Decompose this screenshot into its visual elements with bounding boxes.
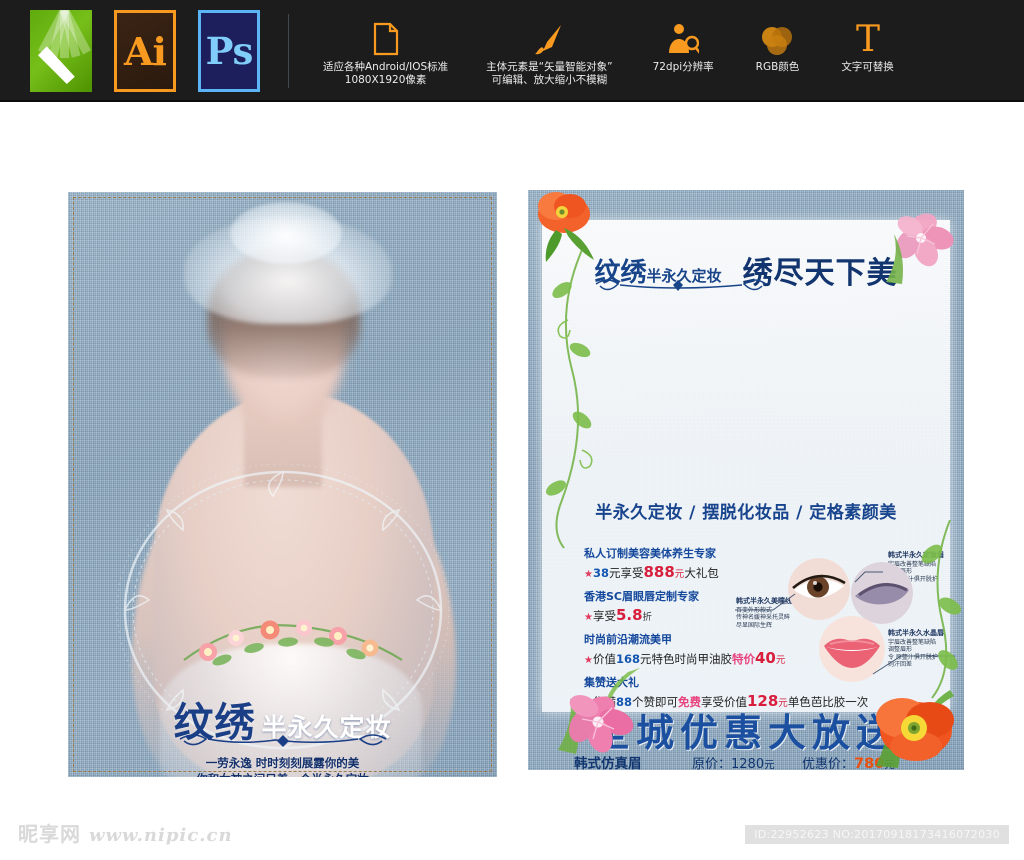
price-original: 原价：1280元 — [692, 757, 775, 770]
spec-feature-size-line2: 1080X1920像素 — [344, 74, 427, 86]
promo-part: 168 — [615, 652, 640, 666]
spec-feature-size: 适应各种Android/IOS标准 1080X1920像素 — [323, 10, 448, 92]
spec-feature-size-line1: 适应各种Android/IOS标准 — [323, 61, 449, 73]
promo-part: 元特色时尚甲油胶 — [639, 652, 732, 666]
spec-feature-vector: 主体元素是“矢量智能对象” 可编辑、放大缩小不模糊 — [486, 10, 613, 92]
color-circles-icon — [759, 10, 795, 56]
poster-right: 纹绣半永久定妆 绣尽天下美 半永久定妆 / 摆脱化妆品 / 定格素颜美 私人订制… — [528, 190, 964, 770]
promo-banner-headline: 全城优惠大放送 — [591, 710, 900, 755]
text-t-icon: T — [851, 10, 885, 56]
person-resolution-icon — [667, 10, 700, 56]
spec-feature-dpi: 72dpi分辨率 — [653, 10, 714, 92]
document-icon — [373, 10, 399, 56]
spec-feature-dpi-line1: 72dpi分辨率 — [652, 61, 714, 73]
spec-feature-text-line1: 文字可替换 — [841, 61, 894, 73]
spec-feature-vector-line1: 主体元素是“矢量智能对象” — [486, 61, 613, 73]
poster-left: 纹绣半永久定妆 一劳永逸 时时刻刻展露你的美 你和女神之间只差一个半永久定妆 ①… — [68, 192, 497, 777]
promo-part: 价值 — [592, 652, 616, 666]
price-discount: 优惠价：780元 — [802, 756, 895, 770]
illustrator-icon: Ai — [114, 10, 176, 92]
callout-leader-lines — [735, 571, 955, 675]
promo-part: 38 — [592, 566, 609, 580]
photoshop-icon: Ps — [198, 10, 260, 92]
svg-text:T: T — [856, 20, 880, 56]
illustrator-label: Ai — [124, 28, 167, 74]
footer-bar: 昵享网 www.nipic.cn ID:22952623 NO:20170918… — [0, 800, 1024, 860]
callout-group — [733, 558, 958, 688]
watermark-cn: 昵享网 — [18, 822, 81, 846]
left-tagline-line1: 一劳永逸 时时刻刻展露你的美 — [205, 756, 360, 770]
left-tagline-line2: 你和女神之间只差一个半永久定妆 — [68, 771, 497, 777]
spec-feature-vector-line2: 可编辑、放大缩小不模糊 — [491, 74, 608, 86]
image-id-badge: ID:22952623 NO:20170918173416072030 — [745, 825, 1009, 844]
floral-garland-top — [183, 620, 403, 666]
promo-part: 888 — [643, 563, 675, 581]
watermark-url: www.nipic.cn — [88, 825, 233, 846]
site-watermark: 昵享网 www.nipic.cn — [18, 818, 233, 847]
price-row: 韩式仿真眉 原价：1280元 优惠价：780元 — [574, 752, 905, 770]
right-logo-swirl — [595, 279, 767, 291]
promo-part: 元享受 — [608, 566, 644, 580]
page-root: Ai Ps 适应各种Android/IOS标准 1080X1920像素 主体元素… — [0, 0, 1024, 860]
spec-feature-rgb: RGB颜色 — [755, 10, 800, 92]
promo-part: 享受 — [592, 609, 616, 623]
spec-feature-rgb-line1: RGB颜色 — [755, 61, 800, 73]
pen-nib-icon — [533, 10, 565, 56]
promo-part: 元 — [674, 569, 685, 580]
spec-feature-text: T 文字可替换 — [841, 10, 894, 92]
promo-part: 折 — [642, 612, 653, 623]
spec-divider — [288, 14, 289, 88]
coreldraw-icon — [30, 10, 92, 92]
price-item-name: 韩式仿真眉 — [574, 756, 642, 770]
promo-part: 5.8 — [615, 606, 643, 624]
spec-bar-underline — [0, 100, 1024, 102]
logo-swirl-divider — [68, 733, 497, 747]
promo-part: 大礼包 — [684, 566, 719, 580]
price-table: 韩式仿真眉原价：1280元优惠价：780元粉黛眉丝雾眉原价：1880元优惠价：1… — [574, 752, 905, 770]
left-poster-tagline: 一劳永逸 时时刻刻展露你的美 你和女神之间只差一个半永久定妆 — [68, 755, 497, 777]
right-poster-subtitle: 半永久定妆 / 摆脱化妆品 / 定格素颜美 — [595, 503, 897, 523]
photoshop-label: Ps — [205, 29, 254, 73]
spec-bar: Ai Ps 适应各种Android/IOS标准 1080X1920像素 主体元素… — [0, 0, 1024, 102]
promo-part: ★ — [584, 569, 593, 580]
promo-part: ★ — [584, 612, 593, 623]
promo-part: ★ — [584, 655, 593, 666]
